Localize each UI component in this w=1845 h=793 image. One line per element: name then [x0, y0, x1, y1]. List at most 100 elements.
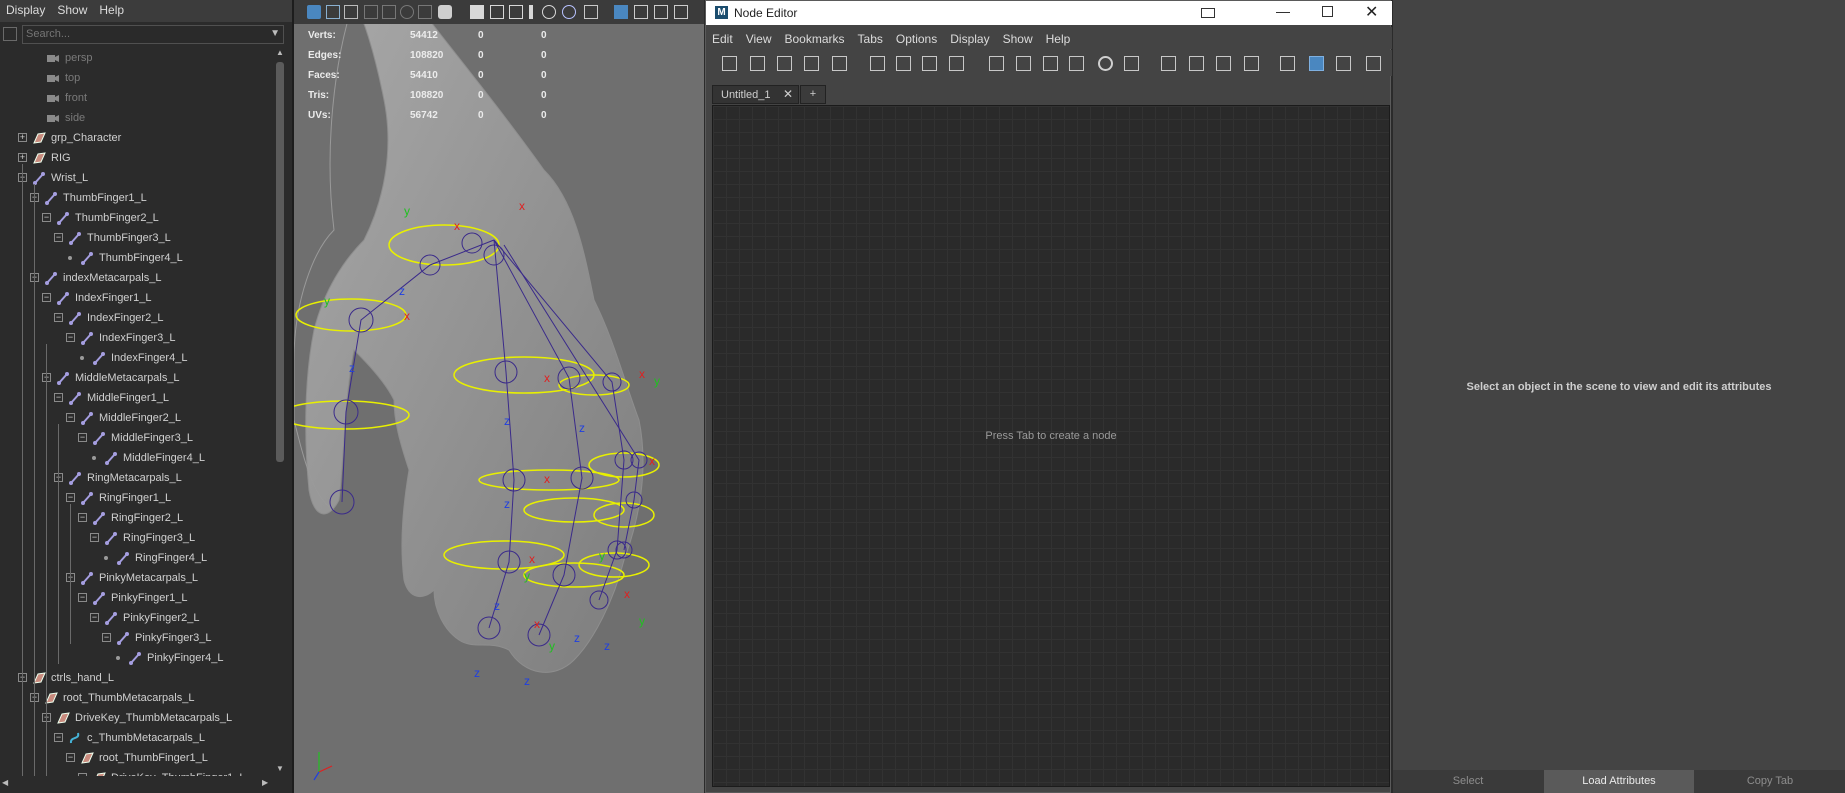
outliner-item[interactable]: + RIG — [0, 148, 272, 168]
film-icon[interactable] — [490, 5, 504, 19]
collapse-icon[interactable]: − — [90, 533, 99, 542]
outliner-item[interactable]: −ctrls_hand_L — [0, 668, 272, 688]
toggle-swatch-icon[interactable] — [1280, 56, 1295, 71]
collapse-icon[interactable]: − — [78, 773, 87, 776]
snapshot-icon[interactable] — [438, 5, 452, 19]
outliner-item[interactable]: MiddleFinger4_L — [0, 448, 272, 468]
maximize-icon[interactable] — [1322, 6, 1333, 17]
layout-icon[interactable] — [896, 56, 911, 71]
scroll-right-icon[interactable]: ▶ — [262, 778, 268, 787]
tab-untitled-1[interactable]: Untitled_1 ✕ — [712, 85, 799, 104]
outliner-item[interactable]: −DriveKey_ThumbMetacarpals_L — [0, 708, 272, 728]
node-editor-titlebar[interactable]: M Node Editor — ✕ — [706, 1, 1392, 25]
simple-mode-icon[interactable] — [989, 56, 1004, 71]
close-tab-icon[interactable]: ✕ — [783, 87, 793, 101]
filter-icon[interactable] — [3, 27, 17, 41]
add-selected-icon[interactable] — [777, 56, 792, 71]
outliner-item[interactable]: − MiddleFinger2_L — [0, 408, 272, 428]
outliner-item[interactable]: − ThumbFinger3_L — [0, 228, 272, 248]
menu-help[interactable]: Help — [1040, 27, 1078, 46]
bookmark-icon[interactable] — [344, 5, 358, 19]
outliner-item[interactable]: − DriveKey_ThumbFinger1_L — [0, 768, 272, 776]
graph-downstream-icon[interactable] — [832, 56, 847, 71]
custom-mode-icon[interactable] — [1069, 56, 1084, 71]
menu-show[interactable]: Show — [997, 27, 1040, 46]
outliner-item[interactable]: RingFinger4_L — [0, 548, 272, 568]
menu-display[interactable]: Display — [0, 0, 51, 17]
menu-bookmarks[interactable]: Bookmarks — [778, 27, 851, 46]
hand-rig-scene[interactable]: yxx zxy z xzz xxy zxy zzz zyx yz xyx — [294, 0, 704, 793]
search-icon[interactable] — [1098, 56, 1113, 71]
outliner-search[interactable]: ▼ — [22, 25, 284, 44]
film-gate-icon[interactable] — [634, 5, 648, 19]
marker-icon[interactable] — [529, 5, 533, 19]
bookmark-list-icon[interactable] — [1244, 56, 1259, 71]
menu-view[interactable]: View — [740, 27, 779, 46]
camera-attributes-icon[interactable] — [326, 5, 340, 19]
outliner-item[interactable]: side — [0, 108, 272, 128]
align-icon[interactable] — [922, 56, 937, 71]
outliner-item[interactable]: top — [0, 68, 272, 88]
bookmark-add-icon[interactable] — [1161, 56, 1176, 71]
highlight-icon[interactable] — [1336, 56, 1351, 71]
scrollbar-thumb[interactable] — [276, 62, 284, 462]
frame-icon[interactable] — [418, 5, 432, 19]
outliner-item[interactable]: − MiddleFinger3_L — [0, 428, 272, 448]
outliner-item[interactable]: −MiddleMetacarpals_L — [0, 368, 272, 388]
chevron-down-icon[interactable]: ▼ — [270, 28, 280, 39]
graph-upstream-icon[interactable] — [804, 56, 819, 71]
collapse-icon[interactable]: − — [78, 433, 87, 442]
lock-icon[interactable] — [1366, 56, 1381, 71]
isolate-icon[interactable] — [542, 5, 556, 19]
collapse-icon[interactable]: − — [54, 393, 63, 402]
collapse-icon[interactable]: − — [78, 513, 87, 522]
safe-area-icon[interactable] — [674, 5, 688, 19]
collapse-icon[interactable]: − — [66, 413, 75, 422]
outliner-item[interactable]: − PinkyFinger2_L — [0, 608, 272, 628]
xray-icon[interactable] — [562, 5, 576, 19]
outliner-item[interactable]: front — [0, 88, 272, 108]
outliner-item[interactable]: − IndexFinger2_L — [0, 308, 272, 328]
bookmark-prev-icon[interactable] — [1189, 56, 1204, 71]
outliner-item[interactable]: −ThumbFinger1_L — [0, 188, 272, 208]
menu-show[interactable]: Show — [51, 0, 93, 17]
orbit-icon[interactable] — [400, 5, 414, 19]
outliner-item[interactable]: PinkyFinger4_L — [0, 648, 272, 668]
outliner-item[interactable]: − PinkyFinger1_L — [0, 588, 272, 608]
pencil-icon[interactable] — [584, 5, 598, 19]
outliner-item[interactable]: persp — [0, 48, 272, 68]
copy-tab-button[interactable]: Copy Tab — [1695, 770, 1845, 793]
outliner-item[interactable]: − PinkyFinger3_L — [0, 628, 272, 648]
outliner-horizontal-scrollbar[interactable]: ◀ ▶ — [0, 777, 272, 791]
outliner-item[interactable]: − RingFinger2_L — [0, 508, 272, 528]
menu-edit[interactable]: Edit — [706, 27, 740, 46]
connected-mode-icon[interactable] — [1016, 56, 1031, 71]
outliner-item[interactable]: −RingMetacarpals_L — [0, 468, 272, 488]
outliner-item[interactable]: − IndexFinger3_L — [0, 328, 272, 348]
grease-pencil-icon[interactable] — [382, 5, 396, 19]
outliner-item[interactable]: − ThumbFinger2_L — [0, 208, 272, 228]
collapse-icon[interactable]: − — [54, 313, 63, 322]
close-icon[interactable]: ✕ — [1365, 2, 1378, 22]
outliner-item[interactable]: −indexMetacarpals_L — [0, 268, 272, 288]
bookmark-next-icon[interactable] — [1216, 56, 1231, 71]
collapse-icon[interactable]: − — [66, 333, 75, 342]
collapse-icon[interactable]: − — [54, 733, 63, 742]
outliner-item[interactable]: IndexFinger4_L — [0, 348, 272, 368]
frame-all-icon[interactable] — [870, 56, 885, 71]
collapse-icon[interactable]: − — [54, 233, 63, 242]
minimize-icon[interactable]: — — [1276, 3, 1290, 19]
outliner-item[interactable]: −root_ThumbMetacarpals_L — [0, 688, 272, 708]
image-plane-icon[interactable] — [364, 5, 378, 19]
screen-share-icon[interactable] — [1201, 8, 1215, 18]
collapse-icon[interactable]: − — [42, 213, 51, 222]
node-graph-canvas[interactable]: Press Tab to create a node — [712, 105, 1390, 787]
outliner-item[interactable]: − RingFinger3_L — [0, 528, 272, 548]
expand-icon[interactable]: + — [18, 153, 27, 162]
add-tab-button[interactable]: + — [800, 85, 826, 104]
connect-icon[interactable] — [949, 56, 964, 71]
scroll-up-icon[interactable]: ▲ — [276, 48, 284, 57]
expand-icon[interactable]: + — [18, 133, 27, 142]
outliner-item[interactable]: ThumbFinger4_L — [0, 248, 272, 268]
playblast-icon[interactable] — [470, 5, 484, 19]
